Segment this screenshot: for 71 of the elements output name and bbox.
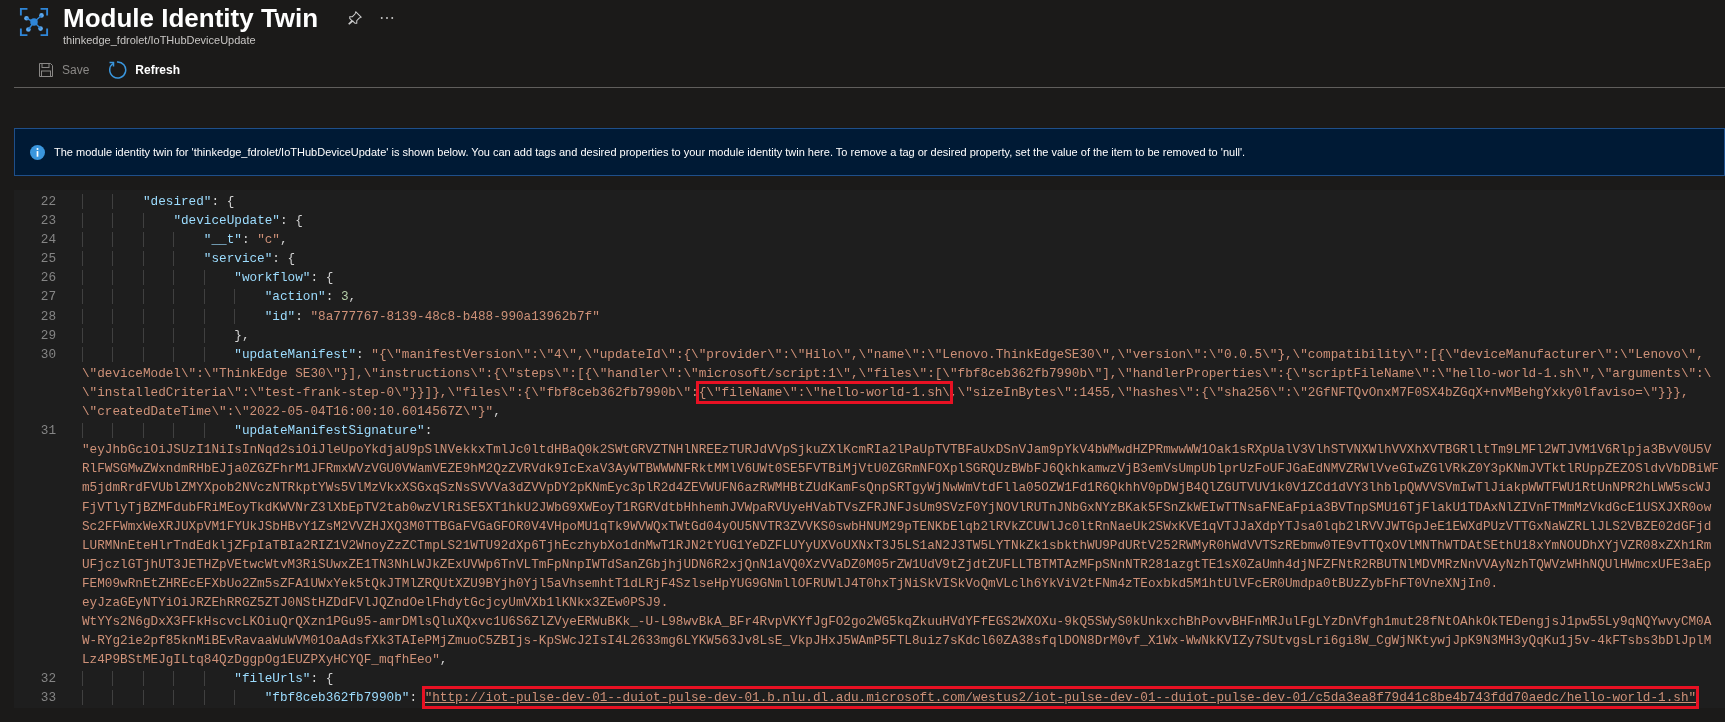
line-number: 27 (40, 289, 56, 305)
line-number: 28 (40, 308, 56, 324)
json-string: Sc2FFWmxWeXRJUXpVM1FYUkJSbHBvY1ZsM2VVZHJXQ3M0TTBGaFVGaGFOR0V4VHpoMU1qTk9WVWQxTWtGd04yOU5NVTR3ZVVKS0swbHNUM29pTENKbElqb2lRVkZCUWlJc0ltRnNaeUk2SWxKVE1qVTJJaXdpYTJsa0lqb2lRVVJWTGpJeE1EWXdPUzVTTGxNaWZRLlJLS2VBZE02dGFjd (82, 518, 1712, 534)
line-number: 26 (40, 270, 56, 286)
refresh-button[interactable]: Refresh (103, 58, 185, 82)
line-number: 23 (40, 213, 56, 229)
json-punctuation: : { (211, 194, 235, 209)
json-string: FEM09wRnEtZHREcEFXbUo2Zm5sZFA1UWxYek5tQkJTMlZRQUtXZU9BYjh0Yjl5aVhsemhtT1dLRjF4SzlseHpYUG9GNmllOFRUWlJ4T0hxTjNiSkVISkVoQmVLclh6YkViV2tFNm4zTEoxbkd5M1htUlVFcER0Umdpa0tBUzZybFhFT0VneXNjIn0. (82, 575, 1499, 591)
json-string: "c" (257, 232, 280, 248)
refresh-icon (107, 60, 128, 80)
json-punctuation: , (439, 652, 448, 668)
json-punctuation: }, (234, 327, 250, 343)
json-punctuation: : { (279, 213, 303, 229)
json-key: "fileUrls" (234, 671, 311, 687)
json-string: WtYYs2N6gDxX3FFkHscvcLKOiuQrQXzn1PGu95-amrDMlsQluXQxvc1U6S6ZlZVyeERWuBKk_-U-L98wvBkA_BFr4RvpVKYfJgFO2go2WG5kqZkuuHVdYFfEGS2WXOXu-9kQ5SWyS0kUnkxchBhPovvBHFnMRJulFgLYzDnVfgh1mut28fNtOAhkOkTEDengjsJ1pw55Ly9qNQYwvyCM0A (82, 614, 1712, 630)
json-string: \"installedCriteria\":\"test-frank-step-0\"}}]},\"files\":{\"fbf8ceb362fb7990b\": (82, 384, 699, 400)
json-key: "id" (264, 308, 296, 324)
json-number: 3 (340, 289, 349, 305)
highlighted-link[interactable]: "http://iot-pulse-dev-01--duiot-pulse-dev-01.b.nlu.dl.adu.microsoft.com/westus2/iot-pulse-dev-01--duiot-pulse-dev-01/c5da3ea8f79d41c8be4b743fdd70aedc/hello-world-1.sh" (424, 689, 1697, 707)
json-punctuation: : (409, 690, 419, 706)
json-string: FjVTlyTjBZMFdubFRiMEoyTkdKWVNrZ3lXbEpTV2tab0wzVlRiSE5XT1hkU2JWbG9XWEoyT1RGRVdtbHhhemhJVWpaRVUyeHVabTVsZFRJNFJsUm9SVzF0YjNOVlRUTnJNbGxNYzBKak5FSnZkWEIwTTNsaFNEaFpia3BVTnpSMU16TjFlakU1TDAxNlZIVnFTMmMzVkdGcE1USXJXR0ow (82, 499, 1712, 515)
json-string: \"createdDateTime\":\"2022-05-04T16:00:10.6014567Z\"}" (82, 404, 494, 420)
json-key: "updateManifestSignature" (234, 423, 425, 439)
line-number: 32 (40, 671, 56, 687)
pin-icon[interactable] (348, 11, 363, 25)
line-number: 24 (40, 232, 56, 248)
json-string: eyJzaGEyNTYiOiJRZEhRRGZ5ZTJ0NStHZDdFVlJQZndOelFhdytGcjcyUmVXb1lKNkx3ZEw0PSJ9. (82, 594, 669, 610)
json-punctuation: , (280, 232, 288, 248)
json-string: "eyJhbGciOiJSUzI1NiIsInNqd2siOiJleUpoYkdjaU9pSlNVekkxTmlJc0ltdHBaQ0k2SWtGRVZTNHlNREEzTURJdVVpSjkuZXlKcmRIa2lPaUpTVTBFaUxDSnVJam9pYkV4bWMwdHZPRmwwWW1Oak1sRXpUalV3VlhSTVNXWlhVVXhXVTBGRlltTm9LMFl2WTJVM1V6Rlpja3BvV0U5V (82, 442, 1712, 458)
json-key: "workflow" (234, 270, 311, 286)
line-number: 22 (40, 194, 56, 209)
network-nodes-icon (19, 7, 49, 37)
json-key: "updateManifest" (234, 346, 357, 362)
line-number: 33 (40, 690, 56, 706)
json-punctuation: , (493, 404, 501, 420)
json-punctuation: : { (272, 251, 296, 267)
info-icon (30, 144, 45, 160)
json-key: "action" (264, 289, 326, 305)
json-key: "deviceUpdate" (173, 213, 280, 229)
line-number: 31 (40, 423, 56, 439)
json-string: "8a777767-8139-48c8-b488-990a13962b7f" (310, 308, 600, 324)
json-key: "__t" (203, 232, 242, 248)
info-message: The module identity twin for 'thinkedge_fdrolet/IoTHubDeviceUpdate' is shown below. You can add tags and desired properties to your module identity twin here. To remove a tag or desired property, set the value of the item to be removed to 'null'. (54, 146, 1246, 158)
json-string: \"deviceModel\":\"ThinkEdge SE30\"}],\"instructions\":{\"steps\":[{\"handler\":\"microsoft/script:1\",\"files\":[\"fbf8ceb362fb7990b\"],\"handlerProperties\":{\"scriptFileName\":\"hello-world-1.sh\",\"arguments\":\ (82, 365, 1712, 381)
json-punctuation: : (356, 346, 365, 362)
line-number: 25 (40, 251, 56, 267)
json-punctuation: , (348, 289, 357, 305)
json-punctuation: : (295, 308, 304, 324)
json-string: ,\"sizeInBytes\":1455,\"hashes\":{\"sha256\":\"2GfNFTQvOnxM7F0SX4bZGqX+nvMBehgYxky0lfaviso=\"}}}, (950, 384, 1689, 400)
page-subtitle: thinkedge_fdrolet/IoTHubDeviceUpdate (63, 34, 257, 46)
json-punctuation: : (325, 289, 335, 305)
highlighted-text: {\"fileName\":\"hello-world-1.sh\ (698, 383, 950, 401)
json-punctuation: : (241, 232, 251, 248)
json-punctuation: : { (310, 270, 334, 286)
line-number: 30 (40, 346, 56, 362)
json-punctuation: : (424, 423, 433, 439)
json-string: m5jdmRrdFVUblZMYXpob2NVczNTRkptYWs5VlMzVkxXSGxqSzNsSVVVa3dZVVpDY2pKNmEyc3plR2d4ZEVWUFN6azRWMHBtZUdKamFsQnpSRTgyWjNwWmVtdFlla05OZW1Fd1R6QkhhV0pDWjB4QlZGUTVUV1k0V1ZCd1dVY3lhblpQWVVSVmIwTlJiakpWWTFWU1RtUnNPR2hLWW5scWJ (82, 480, 1712, 496)
line-number: 29 (40, 327, 56, 343)
json-string: Lz4P9BStMEJgILtq84QzDggpOg1EUZPXyHCYQF_mqfhEeo" (82, 652, 440, 668)
json-string: LURMNnEteHlrTndEdkljZFpIaTBIa2RIZ1V2WnoyZzZCTmpLS21WTU92dXp6TjhEczhybXo1dnMwT1RJN2tYUG1YeDZFLUYyUXVoUXNxT3J5LS1aN2J3TW5LYTNkZk1sbkthWU9PdURtV252RWMyR0hWdVVTSzREbmw0TE9vTTQxOVlMNThWTDAtSEthU18xYmNOUDhXYjVZR08xZXh1Rm (82, 537, 1712, 553)
page-title: Module Identity Twin (63, 3, 319, 33)
json-string: W-RYg2ie2pf85knMiBEvRavaaWuWVM01OaAdsfXk3TAIePMjZmuoC5ZBIjs-KpSWcJ2IsI4L2633mg6LYKW563Jv8LsE_VkpJHxJ5WAmP5FTL8uiz7sKdcl60ZA38sfqlDON8DrM0vf_X1Wx-WwNkKVIZy7SUtvgsLri6gi8W_CgWjNKtywjJpK9N3MH3yQqKu1j5v-4kFTsbs3bDlJplM (82, 633, 1712, 649)
json-punctuation: : { (310, 671, 334, 687)
json-string: RlFWSGMwZWxndmRHbEJja0ZGZFhrM1JFRmxWVzVGU0VWamVEZE9hM2QzZVRVdk9IcExaV3AyWTBWWWNFRktMMlV6UWt0SE5FVTBiMjVtU0ZGRmNFOXplSGRQUzBWbFJ6QkhkamwzVjB3emVsUmpUblprUzFoUFJGaEdNMVZRWlVveGIwZGlVRkZ0Y3pKNmJVTktlRUppZEZOSldvVbDBiWF (82, 461, 1719, 477)
json-string: UFjczlGTjhUT3JETHZpVEtwcWtvM3RiSUwxZE1TN3NhLWJkZExUVWp6TnVLTmFpNnpIWTdSanZGbjhjUDN6R2xjQnN1aVQ0XzVVaDZ0M05rZW1UdV9tZjdtZUFLLTBTMTAzMFpSNnNTR281azgtTE1sX0ZaUmh4djNFZFNtR2RBUTNlMDVMRzNnVVAyNzhTQWVzWHhNQUlHWmcxUFE3aEp (82, 556, 1712, 572)
json-string: "{\"manifestVersion\":\"4\",\"updateId\":{\"provider\":\"Hilo\",\"name\":\"Lenovo.ThinkEdgeSE30\",\"version\":\"0.0.5\"},\"compatibility\":[{\"deviceManufacturer\":\"Lenovo\", (371, 346, 1704, 362)
more-options-icon[interactable] (380, 16, 395, 20)
json-key: "fbf8ceb362fb7990b" (264, 690, 410, 706)
json-editor[interactable] (14, 190, 1725, 708)
json-key: "desired" (142, 194, 212, 209)
json-key: "service" (203, 251, 273, 267)
